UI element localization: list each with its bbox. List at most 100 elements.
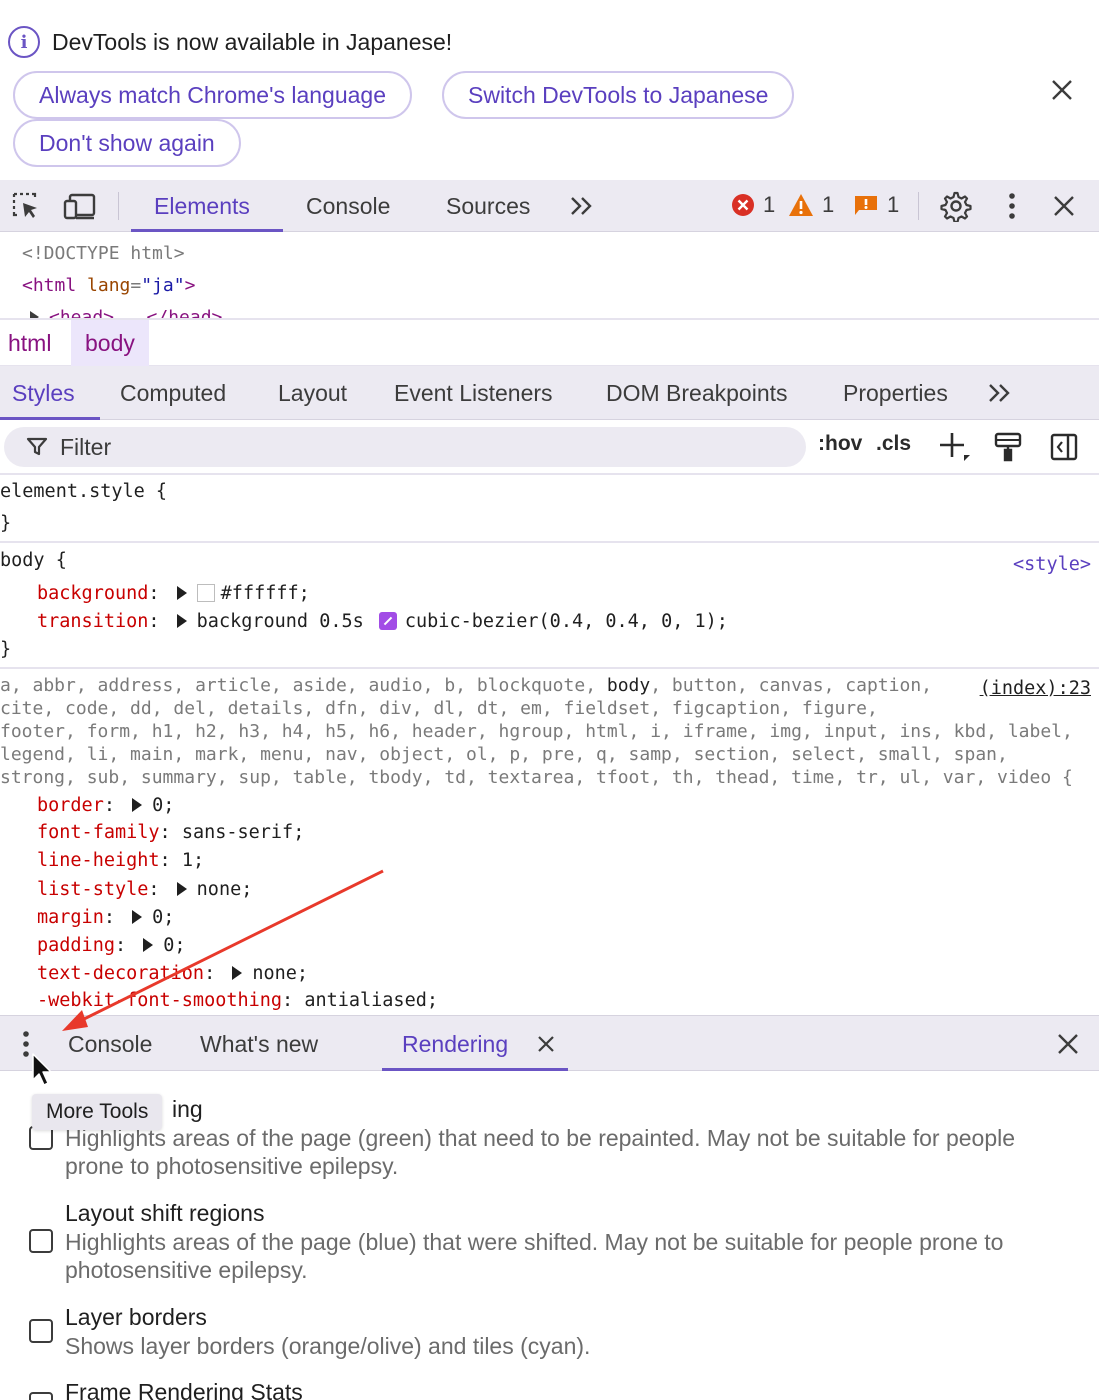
close-devtools-icon[interactable] bbox=[1046, 188, 1082, 224]
styles-filter-input[interactable]: Filter bbox=[4, 427, 806, 467]
drawer-tab-rendering[interactable]: Rendering bbox=[402, 1016, 508, 1072]
rendering-panel: ing Highlights areas of the page (green)… bbox=[0, 1072, 1099, 1400]
paint-roller-icon[interactable] bbox=[990, 429, 1026, 465]
toggle-sidebar-icon[interactable] bbox=[1046, 429, 1082, 465]
reset-prop-text-decoration[interactable]: text-decoration: none; bbox=[37, 963, 308, 984]
customize-menu-kebab-icon[interactable] bbox=[994, 188, 1030, 224]
more-tabs-chevron-icon[interactable] bbox=[564, 188, 600, 224]
html-node[interactable]: <html lang="ja"> bbox=[22, 275, 195, 296]
expand-triangle-icon bbox=[176, 586, 187, 600]
tab-layout[interactable]: Layout bbox=[278, 366, 347, 420]
option-layout-shift-title: Layout shift regions bbox=[65, 1200, 265, 1226]
tab-dom-breakpoints[interactable]: DOM Breakpoints bbox=[606, 366, 788, 420]
reset-prop-margin[interactable]: margin: 0; bbox=[37, 907, 174, 928]
tab-console[interactable]: Console bbox=[306, 180, 390, 232]
reset-selector-line-1[interactable]: a, abbr, address, article, aside, audio,… bbox=[0, 675, 932, 696]
settings-gear-icon[interactable] bbox=[938, 188, 974, 224]
reset-selector-line-4[interactable]: legend, li, main, mark, menu, nav, objec… bbox=[0, 744, 1008, 765]
frame-stats-checkbox[interactable] bbox=[29, 1392, 53, 1400]
infobar-message-row: i DevTools is now available in Japanese! bbox=[8, 26, 452, 58]
rule-divider bbox=[0, 541, 1099, 543]
active-tab-indicator bbox=[131, 229, 283, 232]
expand-triangle-icon bbox=[176, 614, 187, 628]
color-swatch[interactable] bbox=[196, 584, 215, 602]
device-toolbar-icon[interactable] bbox=[62, 188, 98, 224]
tab-elements[interactable]: Elements bbox=[154, 180, 250, 232]
sidebar-tabs: Styles Computed Layout Event Listeners D… bbox=[0, 366, 1099, 420]
reset-rule-source-link[interactable]: (index):23 bbox=[980, 678, 1091, 699]
html-tag-open: <html bbox=[22, 275, 77, 296]
filter-placeholder: Filter bbox=[60, 433, 112, 460]
body-rule-source-link[interactable]: <style> bbox=[1013, 554, 1091, 575]
switch-to-japanese-button[interactable]: Switch DevTools to Japanese bbox=[442, 71, 795, 119]
close-drawer-icon[interactable] bbox=[1050, 1026, 1086, 1062]
main-toolbar: Elements Console Sources 1 1 1 bbox=[0, 180, 1099, 232]
reset-prop-font-smoothing[interactable]: -webkit-font-smoothing: antialiased; bbox=[37, 990, 438, 1011]
warning-count-badge[interactable]: 1 bbox=[788, 192, 834, 218]
html-tag-close: > bbox=[184, 275, 196, 296]
styles-filter-bar: Filter :hov .cls bbox=[0, 420, 1099, 475]
reset-prop-border[interactable]: border: 0; bbox=[37, 795, 174, 816]
dont-show-again-button[interactable]: Don't show again bbox=[13, 119, 241, 167]
tab-sources[interactable]: Sources bbox=[446, 180, 530, 232]
warning-icon bbox=[789, 194, 813, 216]
reset-selector-line-3[interactable]: footer, form, h1, h2, h3, h4, h5, h6, he… bbox=[0, 721, 1073, 742]
reset-selector-line-5[interactable]: strong, sub, summary, sup, table, tbody,… bbox=[0, 767, 1073, 788]
infobar-close-icon[interactable] bbox=[1044, 72, 1080, 108]
warning-count: 1 bbox=[822, 192, 835, 217]
issues-count: 1 bbox=[887, 192, 900, 217]
toolbar-separator bbox=[918, 192, 919, 220]
reset-prop-list-style[interactable]: list-style: none; bbox=[37, 879, 252, 900]
option-paint-flashing-title: ing bbox=[172, 1096, 203, 1122]
tab-event-listeners[interactable]: Event Listeners bbox=[394, 366, 553, 420]
info-icon: i bbox=[8, 26, 40, 58]
reset-prop-font-family[interactable]: font-family: sans-serif; bbox=[37, 822, 304, 843]
option-frame-stats-title: Frame Rendering Stats bbox=[65, 1379, 303, 1400]
body-prop-transition[interactable]: transition: background 0.5s cubic-bezier… bbox=[37, 611, 728, 632]
tab-properties[interactable]: Properties bbox=[843, 366, 948, 420]
issue-flag-icon bbox=[855, 196, 877, 215]
inspect-element-icon[interactable] bbox=[8, 188, 44, 224]
body-rule-selector[interactable]: body { bbox=[0, 550, 67, 571]
error-count-badge[interactable]: 1 bbox=[731, 192, 775, 218]
toolbar-separator bbox=[118, 192, 119, 220]
body-rule-close: } bbox=[0, 639, 12, 660]
styles-pane: element.style { } body { <style> backgro… bbox=[0, 477, 1099, 1015]
reset-prop-line-height[interactable]: line-height: 1; bbox=[37, 850, 204, 871]
tab-styles[interactable]: Styles bbox=[12, 366, 75, 420]
option-layer-borders-title: Layer borders bbox=[65, 1304, 207, 1330]
more-tools-kebab-icon[interactable] bbox=[8, 1026, 44, 1062]
html-attr-name: lang bbox=[87, 275, 131, 296]
hov-toggle-button[interactable]: :hov bbox=[818, 432, 862, 456]
doctype-node[interactable]: <!DOCTYPE html> bbox=[22, 243, 185, 264]
always-match-language-button[interactable]: Always match Chrome's language bbox=[13, 71, 412, 119]
breadcrumb: html body bbox=[0, 318, 1099, 366]
layer-borders-checkbox[interactable] bbox=[29, 1319, 53, 1343]
new-style-rule-icon[interactable] bbox=[936, 429, 972, 465]
element-style-close: } bbox=[0, 513, 12, 534]
breadcrumb-body[interactable]: body bbox=[71, 320, 149, 366]
drawer-tab-whats-new[interactable]: What's new bbox=[200, 1016, 318, 1072]
element-style-selector[interactable]: element.style { bbox=[0, 481, 167, 502]
layout-shift-checkbox[interactable] bbox=[29, 1229, 53, 1253]
breadcrumb-html[interactable]: html bbox=[0, 320, 59, 366]
option-layout-shift-desc: Highlights areas of the page (blue) that… bbox=[65, 1229, 1004, 1283]
error-icon bbox=[732, 194, 754, 216]
close-rendering-tab-icon[interactable] bbox=[528, 1026, 564, 1062]
body-prop-background[interactable]: background: #ffffff; bbox=[37, 583, 310, 604]
error-count: 1 bbox=[763, 192, 776, 217]
dom-tree: <!DOCTYPE html> <html lang="ja"> <head> … bbox=[0, 233, 1099, 318]
head-node-partial[interactable]: <head> … </head> bbox=[30, 307, 222, 318]
active-drawer-tab-indicator bbox=[382, 1068, 568, 1071]
more-subtabs-chevron-icon[interactable] bbox=[982, 375, 1018, 411]
infobar-message: DevTools is now available in Japanese! bbox=[52, 28, 453, 55]
drawer-tab-console[interactable]: Console bbox=[68, 1016, 152, 1072]
easing-editor-icon[interactable] bbox=[378, 612, 397, 630]
reset-selector-line-2[interactable]: cite, code, dd, del, details, dfn, div, … bbox=[0, 698, 878, 719]
more-tools-tooltip: More Tools bbox=[32, 1094, 163, 1130]
tab-computed[interactable]: Computed bbox=[120, 366, 226, 420]
issues-count-badge[interactable]: 1 bbox=[853, 192, 899, 218]
reset-prop-padding[interactable]: padding: 0; bbox=[37, 935, 186, 956]
cls-toggle-button[interactable]: .cls bbox=[876, 432, 911, 456]
drawer-tab-bar: Console What's new Rendering bbox=[0, 1015, 1099, 1071]
